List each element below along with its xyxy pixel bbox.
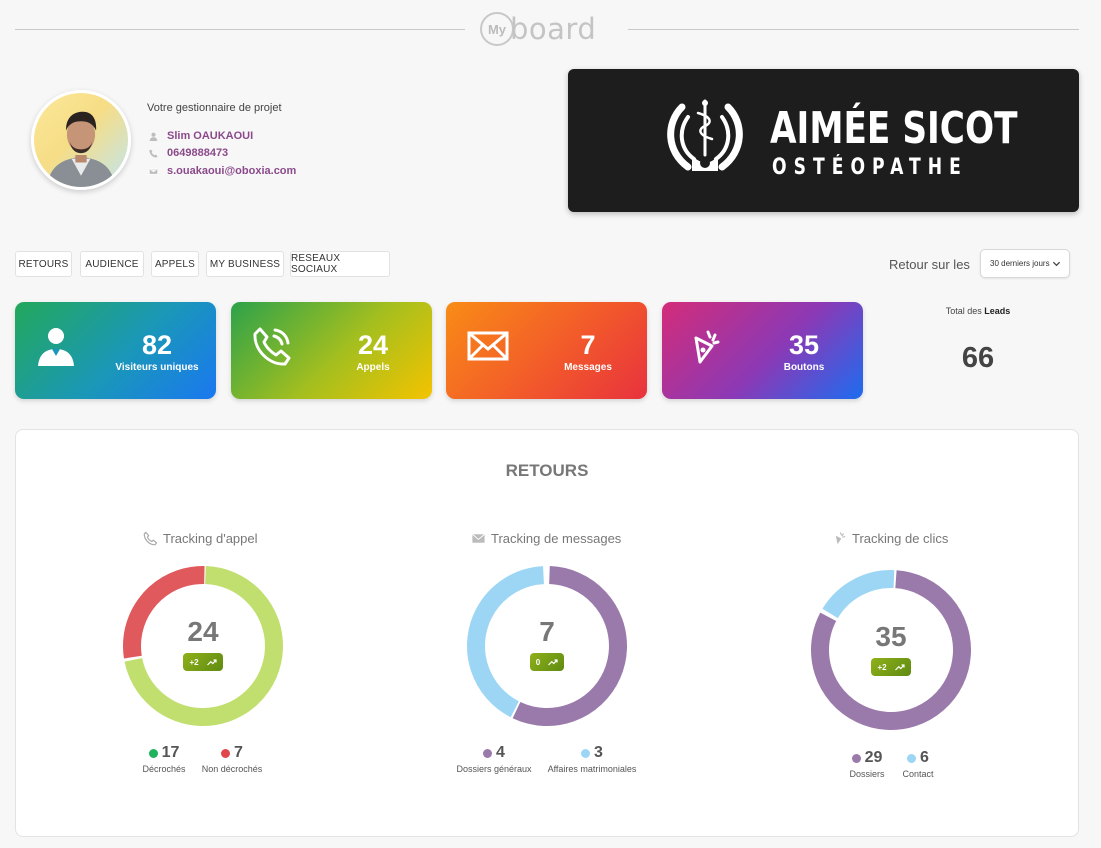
phone-icon [253, 327, 291, 366]
manager-email[interactable]: s.ouakaoui@oboxia.com [167, 165, 296, 177]
donut-center-clicks: 35 +2 [841, 622, 941, 676]
legend-item: 3 Affaires matrimoniales [547, 744, 637, 774]
phone-icon [147, 147, 159, 159]
stat-value: 7 [580, 330, 596, 360]
legend-dot [483, 748, 493, 758]
stat-label: Appels [356, 362, 390, 373]
trend-up-icon [894, 664, 905, 671]
manager-avatar [31, 90, 131, 190]
header-divider-left [15, 29, 465, 30]
stat-value: 35 [788, 330, 820, 360]
legend-dot [581, 748, 591, 758]
stat-card-calls[interactable]: 24 Appels [231, 302, 432, 399]
period-select[interactable]: 30 derniers jours [980, 249, 1070, 278]
tracker-title-clicks: Tracking de clics [832, 531, 948, 546]
donut-value: 24 [187, 616, 219, 647]
period-label: Retour sur les [889, 257, 970, 272]
legend-dot [907, 753, 917, 763]
tracker-title-calls: Tracking d'appel [143, 531, 258, 546]
total-leads-value: 66 [961, 342, 995, 374]
brand-subtitle: OSTÉOPATHE [772, 155, 968, 180]
legend-dot [148, 748, 158, 758]
tab-my-business[interactable]: MY BUSINESS [206, 251, 284, 277]
envelope-icon [147, 165, 159, 177]
stat-label: Messages [564, 362, 612, 373]
envelope-icon [467, 331, 509, 361]
user-icon [147, 130, 159, 142]
stat-label: Boutons [783, 362, 825, 373]
stat-card-buttons[interactable]: 35 Boutons [662, 302, 863, 399]
total-leads-label: Total des Leads [945, 306, 1011, 316]
tab-reseaux-sociaux[interactable]: RESEAUX SOCIAUX [290, 251, 390, 277]
stat-value: 24 [357, 330, 389, 360]
stat-value: 82 [141, 330, 173, 360]
legend-dot [221, 748, 231, 758]
client-brand-card: AIMÉE SICOT OSTÉOPATHE [568, 69, 1079, 212]
stat-label: Visiteurs uniques [115, 362, 199, 373]
user-icon [38, 328, 74, 366]
legend-item: 17 Décrochés [142, 744, 186, 774]
click-icon [694, 330, 720, 364]
donut-value: 35 [875, 621, 907, 652]
retours-panel: RETOURS Tracking d'appel 24 +2 17 Décroc… [15, 429, 1079, 837]
trend-badge: +2 [183, 653, 223, 671]
manager-title: Votre gestionnaire de projet [147, 102, 282, 114]
phone-icon [143, 531, 158, 546]
manager-email-row: s.ouakaoui@oboxia.com [147, 165, 296, 177]
legend-item: 4 Dossiers généraux [456, 744, 532, 774]
tab-appels[interactable]: APPELS [151, 251, 199, 277]
tracker-title-messages: Tracking de messages [471, 531, 621, 546]
legend-dot [851, 753, 861, 763]
manager-phone-row: 0649888473 [147, 147, 228, 159]
trend-up-icon [206, 659, 217, 666]
period-selected-value: 30 derniers jours [990, 259, 1050, 268]
logo-board: board [510, 12, 597, 46]
trend-up-icon [548, 659, 558, 666]
brand-name: AIMÉE SICOT [770, 103, 1018, 154]
logo-my: My [480, 12, 514, 46]
panel-title: RETOURS [505, 461, 589, 480]
legend-item: 7 Non décrochés [201, 744, 263, 774]
trend-badge: +2 [871, 658, 911, 676]
trend-badge: 0 [529, 653, 565, 671]
donut-center-messages: 7 0 [497, 617, 597, 671]
legend-item: 29 Dossiers [849, 749, 885, 779]
myboard-logo[interactable]: My board [480, 10, 596, 48]
manager-phone[interactable]: 0649888473 [167, 147, 228, 159]
tab-retours[interactable]: RETOURS [15, 251, 72, 277]
stat-card-visitors[interactable]: 82 Visiteurs uniques [15, 302, 216, 399]
chevron-down-icon [1052, 261, 1061, 267]
donut-value: 7 [539, 616, 555, 647]
manager-name: Slim OAUKAOUI [167, 130, 254, 142]
legend-item: 6 Contact [902, 749, 934, 779]
header-divider-right [628, 29, 1079, 30]
stat-card-messages[interactable]: 7 Messages [446, 302, 647, 399]
envelope-icon [472, 533, 485, 543]
donut-center-calls: 24 +2 [153, 617, 253, 671]
manager-name-row: Slim OAUKAOUI [147, 130, 253, 142]
tab-audience[interactable]: AUDIENCE [80, 251, 144, 277]
caduceus-wings-icon [667, 99, 743, 171]
click-icon [835, 532, 846, 545]
